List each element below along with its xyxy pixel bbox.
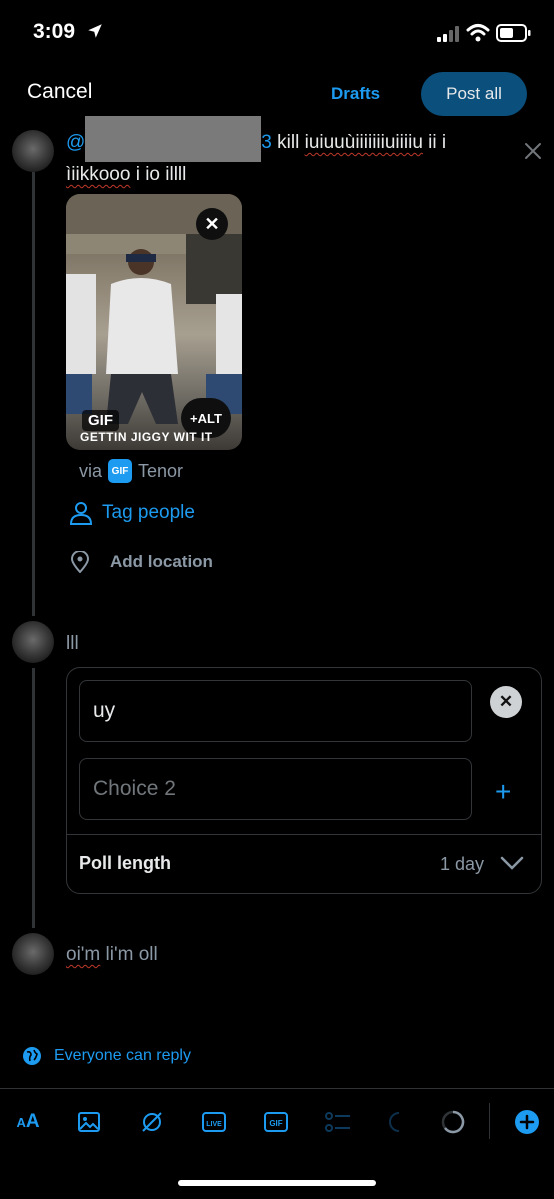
post-all-button[interactable]: Post all (421, 72, 527, 116)
live-label: LIVE (206, 1121, 222, 1128)
add-tweet-glyph (515, 1110, 539, 1134)
reply-setting-label: Everyone can reply (54, 1047, 191, 1064)
poll-choice-2-input[interactable]: Choice 2 (79, 758, 472, 820)
drafts-button[interactable]: Drafts (331, 84, 380, 104)
reply-setting-button[interactable]: Everyone can reply (22, 1046, 191, 1066)
location-pin-icon (70, 551, 90, 573)
via-label: via (79, 460, 103, 481)
globe-icon (23, 1047, 41, 1065)
location-arrow-icon (88, 24, 102, 38)
circle-progress-icon (385, 1108, 413, 1136)
poll-icon (324, 1108, 352, 1136)
gif-badge: GIF (82, 410, 119, 431)
add-location-button[interactable]: Add location (70, 551, 213, 573)
image-icon[interactable] (75, 1108, 103, 1136)
poll-length-value[interactable]: 1 day (440, 854, 484, 875)
live-icon[interactable]: LIVE (200, 1108, 228, 1136)
gif-icon[interactable]: GIF (262, 1108, 290, 1136)
tag-people-label: Tag people (102, 502, 195, 523)
battery-icon (496, 24, 531, 42)
live-icon-glyph: LIVE (202, 1112, 226, 1132)
person-icon (69, 502, 93, 525)
text-size-label: AA (16, 1111, 40, 1132)
character-count-icon (439, 1108, 467, 1136)
status-bar: 3:09 (0, 0, 554, 64)
chevron-down-icon[interactable] (500, 855, 524, 871)
cellular-signal-icon (437, 26, 459, 42)
remove-media-button[interactable]: ✕ (196, 208, 228, 240)
add-choice-button[interactable]: + (495, 776, 511, 808)
poll-divider (66, 834, 542, 835)
image-icon-glyph (78, 1112, 100, 1132)
poll-icon-glyph (325, 1112, 350, 1132)
text-segment: li'm oll (100, 944, 158, 965)
mention-suffix: 3 (261, 132, 272, 153)
tenor-gif-icon: GIF (108, 459, 133, 483)
text-size-icon[interactable]: AA (12, 1108, 44, 1136)
avatar (12, 621, 54, 663)
thread-line (32, 668, 35, 928)
mention-prefix: @ (66, 132, 86, 153)
text-segment: ii i (422, 132, 447, 153)
gif-caption: GETTIN JIGGY WIT IT (80, 430, 213, 444)
tag-people-button[interactable]: Tag people (68, 500, 195, 526)
misspelled-word: ìiikkooo (66, 164, 131, 185)
wifi-icon (466, 24, 490, 42)
cancel-button[interactable]: Cancel (27, 80, 92, 104)
remove-poll-button[interactable]: ✕ (490, 686, 522, 718)
redacted-username (85, 116, 262, 162)
toolbar-divider (0, 1088, 554, 1089)
camera-off-icon-glyph (142, 1112, 162, 1132)
via-attribution: via GIF Tenor (79, 459, 183, 483)
misspelled-word: oi'm (66, 944, 101, 965)
via-source: Tenor (138, 460, 184, 481)
tweet-2-text[interactable]: lll (66, 631, 79, 657)
avatar (12, 933, 54, 975)
add-tweet-icon[interactable] (513, 1108, 541, 1136)
poll-length-label: Poll length (79, 853, 171, 873)
text-segment: kill (271, 132, 305, 153)
gif-icon-glyph: GIF (264, 1112, 288, 1132)
gif-label: GIF (269, 1119, 282, 1128)
text-segment: i io illll (130, 164, 187, 185)
close-icon[interactable] (522, 140, 544, 162)
character-count-ring (441, 1110, 465, 1134)
tweet-1-text[interactable]: @3 kill iuiuuùiiiiiiiuiiiiu ii i ìiikkoo… (66, 116, 506, 188)
avatar (12, 130, 54, 172)
misspelled-word: iuiuuùiiiiiiiuiiiiu (304, 132, 423, 153)
tweet-3-text[interactable]: oi'm li'm oll (66, 942, 158, 968)
toolbar-separator (489, 1103, 490, 1139)
thread-line (32, 172, 35, 616)
faded-progress-icon (389, 1112, 400, 1132)
home-indicator (178, 1180, 376, 1186)
poll-choice-1-input[interactable]: uy (79, 680, 472, 742)
camera-off-icon[interactable] (138, 1108, 166, 1136)
status-time: 3:09 (33, 20, 76, 43)
add-location-label: Add location (110, 552, 213, 571)
